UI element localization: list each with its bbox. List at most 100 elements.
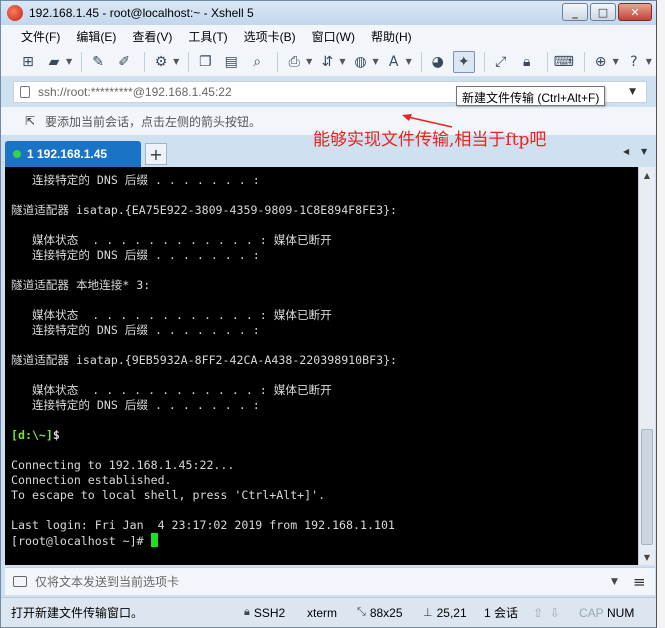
menu-help[interactable]: 帮助(H) <box>371 28 412 45</box>
menu-file[interactable]: 文件(F) <box>21 28 60 45</box>
compose-input[interactable]: 仅将文本发送到当前选项卡 <box>35 573 179 590</box>
status-caps: CAP <box>579 605 604 620</box>
menu-bar: 文件(F) 编辑(E) 查看(V) 工具(T) 选项卡(B) 窗口(W) 帮助(… <box>1 25 656 47</box>
add-button-icon[interactable]: ⊕ <box>590 51 612 73</box>
open-folder-icon[interactable]: ▰ <box>43 51 65 73</box>
xshell-logo-icon <box>7 5 23 21</box>
new-file-transfer-icon[interactable]: ✦ <box>452 50 475 73</box>
menu-window[interactable]: 窗口(W) <box>312 28 355 45</box>
status-message: 打开新建文件传输窗口。 <box>11 606 144 620</box>
minimize-icon: _ <box>572 5 578 19</box>
fullscreen-icon[interactable]: ⤢ <box>490 51 512 73</box>
terminal-scrollbar[interactable]: ▲ ▼ <box>638 167 655 565</box>
terminal-line: 媒体状态 . . . . . . . . . . . . : 媒体已断开 <box>11 383 332 397</box>
scroll-down-icon[interactable]: ▼ <box>639 549 655 565</box>
add-session-arrow-icon[interactable]: ⇱ <box>23 114 37 128</box>
terminal-prompt-line[interactable]: [root@localhost ~]# <box>11 533 638 548</box>
status-num: NUM <box>607 605 635 620</box>
maximize-button[interactable]: □ <box>590 3 616 21</box>
find-icon[interactable]: ⌕ <box>246 51 268 73</box>
tab-scroll-left-icon[interactable]: ◀ <box>623 147 629 156</box>
minimize-button[interactable]: _ <box>562 3 588 21</box>
xftp-icon[interactable]: ◕ <box>427 51 449 73</box>
print-icon[interactable]: ⎙ <box>283 51 305 73</box>
address-input[interactable]: ssh://root:*********@192.168.1.45:22 <box>38 85 232 99</box>
toolbar-divider <box>420 51 422 72</box>
address-lock-icon <box>20 86 30 98</box>
lock-icon[interactable]: 🔒︎ <box>516 51 538 73</box>
address-dropdown-icon[interactable]: ▼ <box>629 87 636 97</box>
compose-keyboard-icon[interactable] <box>13 576 27 587</box>
toolbar-divider <box>483 51 485 72</box>
plus-icon: + <box>149 144 163 164</box>
connect-icon[interactable]: ✎ <box>87 51 109 73</box>
menu-tools[interactable]: 工具(T) <box>188 28 227 45</box>
print-dropdown-icon[interactable]: ▼ <box>306 57 312 66</box>
scrollbar-thumb[interactable] <box>641 429 653 545</box>
paste-icon[interactable]: ▤ <box>220 51 242 73</box>
close-button[interactable]: ✕ <box>618 3 652 21</box>
add-dropdown-icon[interactable]: ▼ <box>613 57 619 66</box>
terminal-line: To escape to local shell, press 'Ctrl+Al… <box>11 488 326 502</box>
toolbar-tooltip: 新建文件传输 (Ctrl+Alt+F) <box>456 86 606 106</box>
scroll-up-icon[interactable]: ▲ <box>639 167 655 183</box>
font-dropdown-icon[interactable]: ▼ <box>406 57 412 66</box>
toolbar-divider <box>144 51 146 72</box>
font-icon[interactable]: A <box>383 51 405 73</box>
hamburger-menu-icon[interactable]: ≡ <box>633 573 646 591</box>
toolbar-divider <box>546 51 548 72</box>
globe-icon[interactable]: ◍ <box>349 51 371 73</box>
toolbar-divider <box>583 51 585 72</box>
keyboard-icon[interactable]: ⌨ <box>553 51 575 73</box>
tab-label: 1 192.168.1.45 <box>27 147 108 161</box>
status-sessions: 1 会话 <box>484 606 519 620</box>
toolbar: ⊞ ▰ ▼ ✎ ✐ ⚙ ▼ ❐ ▤ ⌕ ⎙ ▼ ⇵ ▼ ◍ ▼ A ▼ ◕ ✦ ⤢ 🔒︎ ⌨… <box>1 47 656 77</box>
transfer-icon[interactable]: ⇵ <box>316 51 338 73</box>
resize-icon: ⤡ <box>357 606 366 618</box>
open-dropdown-icon[interactable]: ▼ <box>66 57 72 66</box>
new-session-icon[interactable]: ⊞ <box>17 51 39 73</box>
disconnect-icon[interactable]: ✐ <box>113 51 135 73</box>
menu-view[interactable]: 查看(V) <box>132 28 172 45</box>
compose-bar: 仅将文本发送到当前选项卡 ▼ ≡ <box>5 567 655 595</box>
new-tab-button[interactable]: + <box>145 143 167 165</box>
session-hint-text: 要添加当前会话，点击左侧的箭头按钮。 <box>45 114 262 129</box>
compose-dropdown-icon[interactable]: ▼ <box>611 577 618 587</box>
terminal-line: 媒体状态 . . . . . . . . . . . . : 媒体已断开 <box>11 233 332 247</box>
lock-small-icon: 🔒︎ <box>244 606 250 618</box>
toolbar-divider <box>277 51 279 72</box>
encoding-dropdown-icon[interactable]: ▼ <box>372 57 378 66</box>
close-icon: ✕ <box>630 5 640 19</box>
terminal-line: [d:\~]$ <box>11 428 60 442</box>
maximize-icon: □ <box>597 5 609 19</box>
properties-icon[interactable]: ⚙ <box>150 51 172 73</box>
status-protocol: 🔒︎ SSH2 <box>244 605 286 620</box>
terminal-line: 隧道适配器 isatap.{EA75E922-3809-4359-9809-1C… <box>11 203 398 217</box>
help-icon[interactable]: ? <box>623 51 645 73</box>
menu-tabs[interactable]: 选项卡(B) <box>244 28 296 45</box>
tab-list-dropdown-icon[interactable]: ▼ <box>641 147 647 156</box>
tab-session-1[interactable]: 1 192.168.1.45 <box>5 141 141 167</box>
help-dropdown-icon[interactable]: ▼ <box>646 57 652 66</box>
connection-status-icon <box>13 150 21 158</box>
transfer-dropdown-icon[interactable]: ▼ <box>339 57 345 66</box>
title-bar[interactable]: 192.168.1.45 - root@localhost:~ - Xshell… <box>1 1 656 25</box>
terminal-line: Connecting to 192.168.1.45:22... <box>11 458 235 472</box>
toolbar-divider <box>81 51 83 72</box>
terminal-output[interactable]: 连接特定的 DNS 后缀 . . . . . . . : 隧道适配器 isatap… <box>5 167 638 565</box>
terminal-cursor <box>150 533 158 547</box>
copy-icon[interactable]: ❐ <box>194 51 216 73</box>
toolbar-divider <box>188 51 190 72</box>
properties-dropdown-icon[interactable]: ▼ <box>173 57 179 66</box>
terminal-line: 隧道适配器 本地连接* 3: <box>11 278 151 292</box>
menu-edit[interactable]: 编辑(E) <box>76 28 116 45</box>
terminal-line: Last login: Fri Jan 4 23:17:02 2019 from… <box>11 518 395 532</box>
